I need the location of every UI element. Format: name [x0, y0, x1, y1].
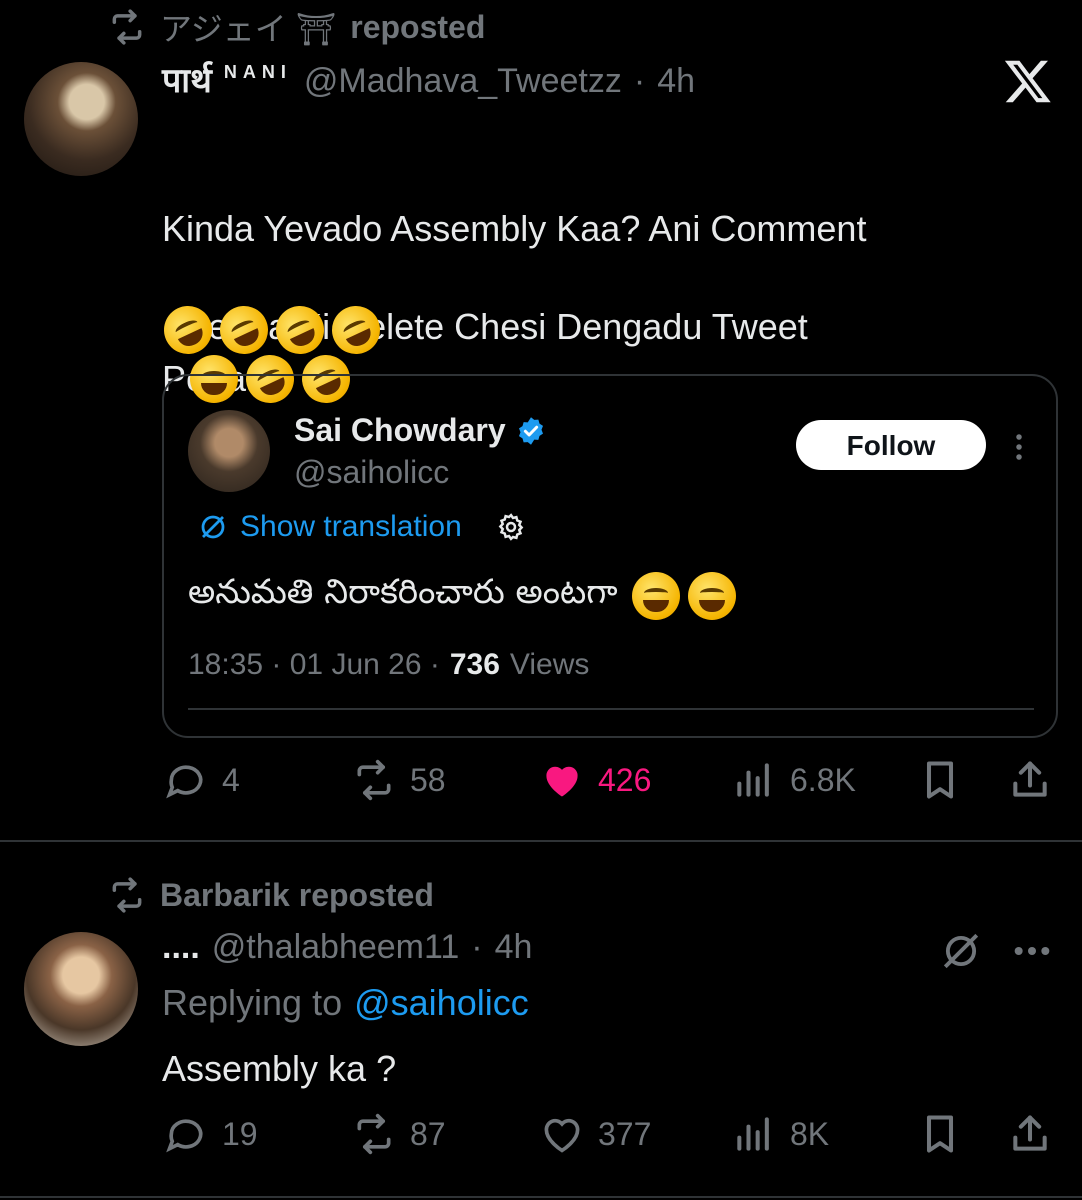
avatar[interactable]	[24, 62, 138, 176]
follow-button[interactable]: Follow	[796, 420, 986, 470]
quote-timestamp: 18:35 · 01 Jun 26 ·	[188, 648, 440, 681]
avatar[interactable]	[24, 932, 138, 1046]
post-text-line-1: Kinda Yevado Assembly Kaa? Ani Comment	[162, 208, 867, 249]
more-icon[interactable]	[1012, 944, 1052, 963]
reply-button[interactable]: 4	[164, 758, 240, 802]
joy-emoji-icon	[631, 572, 680, 620]
views-button[interactable]: 6.8K	[732, 758, 856, 802]
reply-count: 19	[222, 1115, 258, 1152]
quoted-post-card[interactable]: Sai Chowdary @saiholicc Follow Show tran…	[162, 374, 1058, 738]
repost-icon	[112, 877, 142, 913]
reply-count: 4	[222, 761, 240, 798]
verified-icon	[518, 416, 543, 445]
like-button[interactable]: 377	[540, 1112, 651, 1156]
like-icon	[544, 1118, 580, 1153]
author-name[interactable]: पार्थ	[162, 56, 212, 102]
reply-icon	[166, 765, 203, 799]
post-divider	[0, 840, 1082, 842]
views-count: 6.8K	[790, 761, 856, 798]
quote-views-label: Views	[509, 648, 590, 681]
like-button[interactable]: 426	[540, 758, 651, 802]
views-count: 8K	[790, 1115, 830, 1152]
quote-views-count: 736	[449, 648, 500, 681]
post-time[interactable]: 4h	[495, 928, 533, 967]
quote-divider	[188, 708, 1034, 710]
rofl-emoji-icon	[156, 298, 220, 362]
repost-button[interactable]: 58	[352, 758, 446, 802]
reply-button[interactable]: 19	[164, 1112, 258, 1156]
replying-handle[interactable]: @saiholicc	[354, 982, 529, 1024]
show-translation-link[interactable]: Show translation	[240, 510, 462, 544]
x-logo-icon[interactable]	[1002, 56, 1054, 106]
replying-prefix: Replying to	[162, 982, 343, 1023]
repost-icon	[357, 1113, 391, 1155]
author-name-suffix: NANI	[223, 62, 292, 82]
repost-user: アジェイ ⛩	[160, 11, 337, 47]
post-divider	[0, 1196, 1082, 1198]
quote-author-name[interactable]: Sai Chowdary	[294, 412, 506, 449]
bookmark-icon[interactable]	[918, 758, 962, 807]
like-count: 426	[598, 761, 652, 798]
bookmark-icon[interactable]	[918, 1112, 962, 1161]
like-icon	[546, 766, 578, 797]
quote-avatar[interactable]	[188, 410, 270, 492]
repost-button[interactable]: 87	[352, 1112, 446, 1156]
share-icon[interactable]	[1008, 1112, 1052, 1161]
repost-icon	[112, 9, 142, 45]
rofl-emoji-icon	[324, 298, 388, 362]
repost-context[interactable]: アジェイ ⛩ reposted	[108, 4, 485, 50]
joy-emoji-icon	[687, 572, 736, 620]
views-icon	[737, 1117, 769, 1151]
more-icon[interactable]	[1014, 432, 1024, 462]
like-count: 377	[598, 1115, 652, 1152]
post-time[interactable]: 4h	[657, 62, 695, 101]
separator-dot: ·	[633, 62, 646, 100]
reply-icon	[166, 1119, 203, 1153]
translate-icon	[201, 515, 225, 539]
author-handle[interactable]: @Madhava_Tweetzz	[304, 62, 622, 101]
separator-dot: ·	[471, 928, 483, 966]
rofl-emoji-icon	[212, 298, 276, 362]
quote-text: అనుమతి నిరాకరించారు అంటగా	[188, 572, 618, 612]
grok-icon[interactable]	[940, 930, 982, 977]
repost-count: 58	[410, 761, 446, 798]
repost-context[interactable]: Barbarik reposted	[108, 876, 434, 914]
repost-label: Barbarik reposted	[160, 876, 434, 913]
repost-suffix: reposted	[350, 8, 486, 45]
author-name[interactable]: ....	[162, 928, 200, 967]
views-button[interactable]: 8K	[732, 1112, 829, 1156]
quote-author-handle[interactable]: @saiholicc	[294, 454, 449, 491]
post-text: Assembly ka ?	[162, 1048, 397, 1089]
author-handle[interactable]: @thalabheem11	[212, 928, 460, 967]
views-icon	[737, 763, 769, 797]
repost-count: 87	[410, 1115, 446, 1152]
gear-icon[interactable]	[496, 512, 526, 542]
repost-icon	[357, 759, 391, 801]
rofl-emoji-icon	[268, 298, 332, 362]
share-icon[interactable]	[1008, 758, 1052, 807]
